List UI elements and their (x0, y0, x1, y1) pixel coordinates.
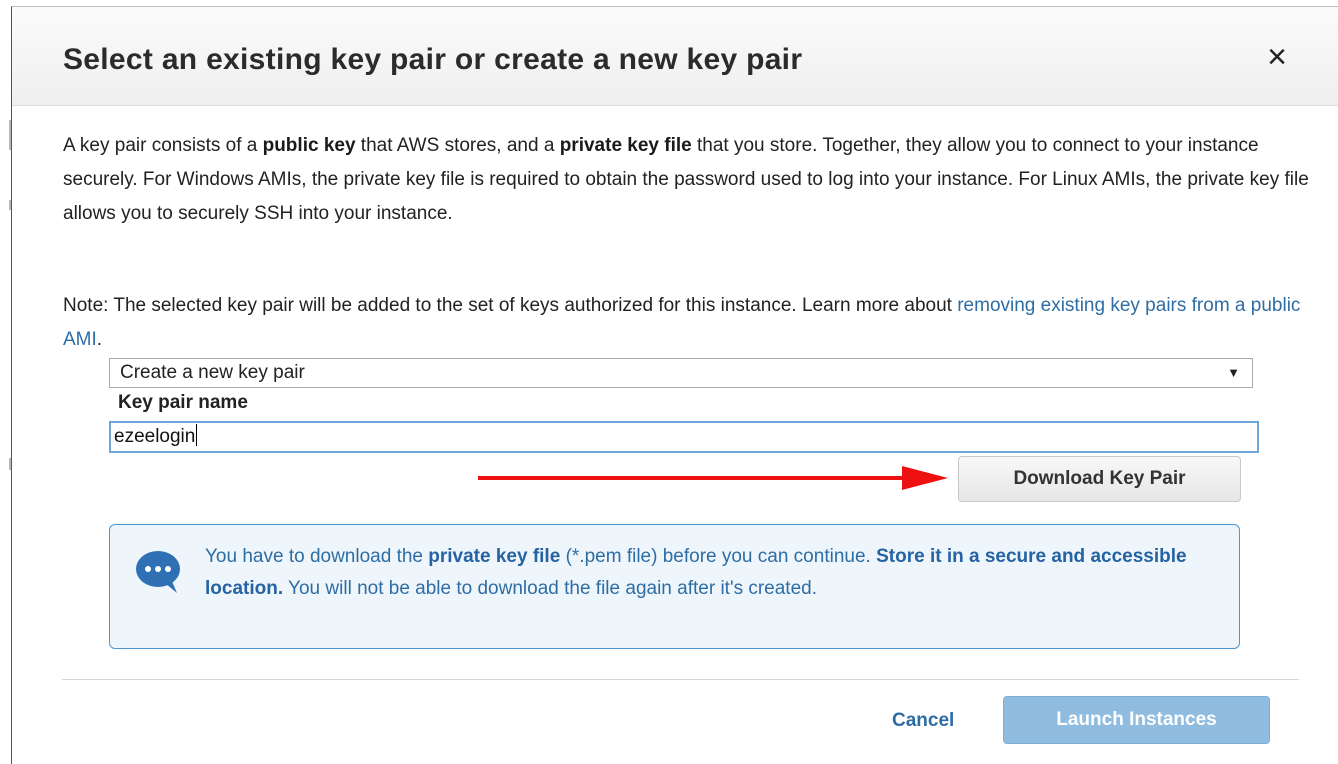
arrow-head (902, 466, 948, 490)
note-paragraph: Note: The selected key pair will be adde… (63, 289, 1313, 357)
input-value: ezeelogin (114, 426, 196, 447)
dropdown-arrow-icon: ▼ (1227, 365, 1240, 380)
key-pair-option-select[interactable]: Create a new key pair ▼ (109, 358, 1253, 388)
download-info-alert: You have to download the private key fil… (109, 524, 1240, 649)
info-emphasis: private key file (428, 546, 561, 567)
chat-bubble-icon (136, 551, 180, 593)
dialog-title: Select an existing key pair or create a … (63, 43, 803, 76)
download-key-pair-button[interactable]: Download Key Pair (958, 456, 1241, 502)
launch-instances-button[interactable]: Launch Instances (1003, 696, 1270, 744)
dialog-header: Select an existing key pair or create a … (12, 7, 1338, 106)
cancel-button[interactable]: Cancel (892, 710, 954, 732)
description-text: A key pair consists of a (63, 135, 263, 156)
key-pair-name-label: Key pair name (118, 392, 248, 413)
info-text: (*.pem file) before you can continue. (560, 546, 877, 567)
note-text: . (96, 329, 103, 350)
text-caret (196, 424, 198, 446)
footer-divider (62, 679, 1299, 680)
key-pair-dialog: Select an existing key pair or create a … (11, 6, 1338, 764)
key-pair-description: A key pair consists of a public key that… (63, 129, 1313, 231)
background-window-edge (0, 0, 11, 764)
page: Select an existing key pair or create a … (0, 0, 1338, 764)
note-text: Note: The selected key pair will be adde… (63, 295, 958, 316)
close-icon[interactable]: × (1257, 35, 1297, 79)
description-text: that AWS stores, and a (355, 135, 560, 156)
info-text: You will not be able to download the fil… (283, 578, 817, 599)
private-key-file-term: private key file (559, 135, 692, 156)
select-value: Create a new key pair (120, 362, 305, 383)
key-pair-name-input[interactable]: ezeelogin (109, 421, 1259, 453)
info-text: You have to download the (205, 546, 429, 567)
public-key-term: public key (262, 135, 356, 156)
annotation-arrow (478, 466, 948, 490)
info-message: You have to download the private key fil… (205, 541, 1225, 605)
